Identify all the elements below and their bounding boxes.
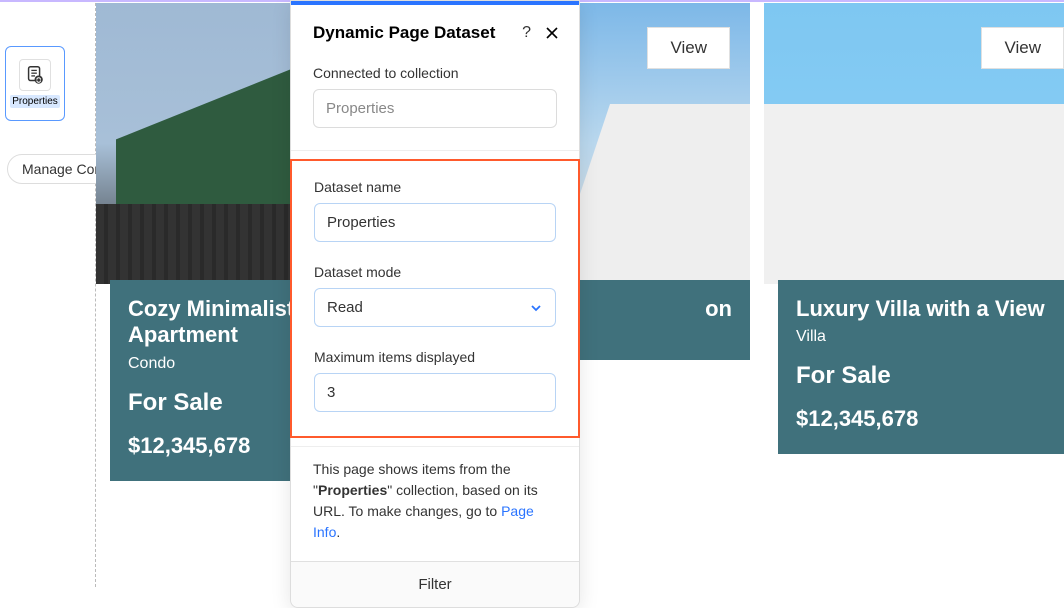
view-button[interactable]: View [981,27,1064,69]
property-price: $12,345,678 [796,406,1064,432]
filter-section-toggle[interactable]: Filter [291,561,579,607]
connected-label: Connected to collection [313,65,557,81]
divider [291,150,579,151]
highlighted-settings-group: Dataset name Dataset mode Read Maximum i… [290,159,580,438]
dataset-name-input[interactable] [314,203,556,242]
dataset-badge-label: Properties [10,95,60,108]
property-image: View [764,3,1064,284]
properties-dataset-badge[interactable]: Properties [5,46,65,121]
panel-title: Dynamic Page Dataset [313,23,522,43]
panel-footnote: This page shows items from the "Properti… [291,455,579,561]
view-button[interactable]: View [647,27,730,69]
dataset-name-section: Dataset name [292,171,578,256]
property-status: For Sale [796,362,1064,390]
max-items-section: Maximum items displayed [292,341,578,426]
connected-collection-section: Connected to collection Properties [291,57,579,142]
dataset-mode-label: Dataset mode [314,264,556,280]
dataset-mode-section: Dataset mode Read [292,256,578,341]
property-type: Villa [796,328,1064,346]
max-items-input[interactable] [314,373,556,412]
chevron-down-icon [529,301,543,315]
footnote-collection-name: Properties [318,482,387,498]
close-icon[interactable] [545,26,559,40]
help-icon[interactable]: ? [522,24,531,42]
dataset-name-label: Dataset name [314,179,556,195]
divider [291,446,579,447]
panel-header: Dynamic Page Dataset ? [291,5,579,57]
connected-collection-display: Properties [313,89,557,128]
dataset-mode-value: Read [327,299,363,316]
dataset-mode-select[interactable]: Read [314,288,556,327]
max-items-label: Maximum items displayed [314,349,556,365]
dataset-settings-panel: Dynamic Page Dataset ? Connected to coll… [290,0,580,608]
footnote-text-post: . [336,524,340,540]
property-card: View Luxury Villa with a View Villa For … [764,3,1064,481]
property-title: Luxury Villa with a View [796,296,1064,322]
dataset-icon [19,59,51,91]
cards-row: Cozy Minimalist Apartment Condo For Sale… [96,3,1064,481]
property-info: Luxury Villa with a View Villa For Sale … [778,280,1064,454]
